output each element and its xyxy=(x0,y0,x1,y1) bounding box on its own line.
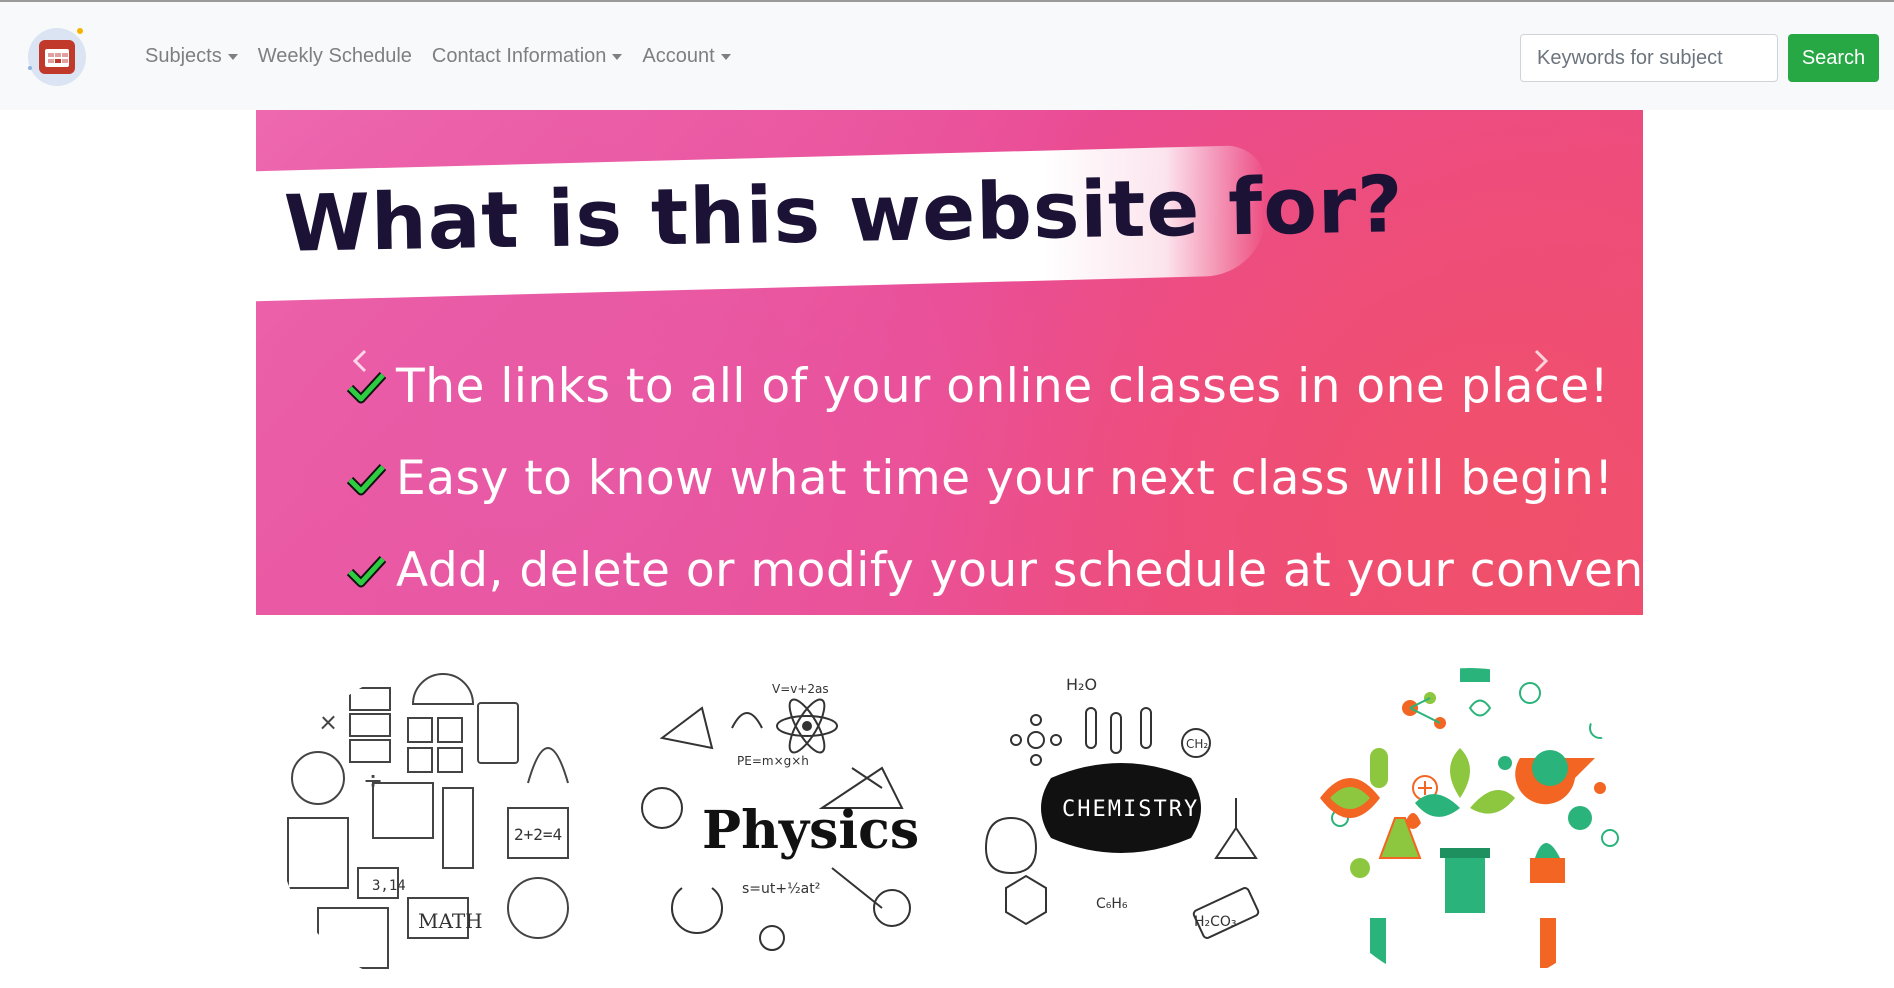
nav-weekly-schedule[interactable]: Weekly Schedule xyxy=(258,45,412,68)
caret-down-icon xyxy=(612,53,623,60)
biology-collage-icon xyxy=(1310,668,1630,988)
physics-label: Physics xyxy=(702,800,919,861)
nav-account-label: Account xyxy=(642,45,715,67)
nav-contact-information[interactable]: Contact Information xyxy=(432,45,623,68)
feature-item: The links to all of your online classes … xyxy=(346,340,1643,432)
caret-down-icon xyxy=(720,53,731,60)
nav-weekly-schedule-label: Weekly Schedule xyxy=(257,45,412,67)
subject-card-math[interactable]: 3,14 2+2=4 MATH × ÷ xyxy=(278,668,598,988)
checkmark-icon xyxy=(346,458,387,498)
chemistry-label: CHEMISTRY xyxy=(1062,797,1199,822)
svg-text:V=v+2as: V=v+2as xyxy=(772,682,829,696)
feature-item: Add, delete or modify your schedule at y… xyxy=(346,524,1643,615)
subject-card-chemistry[interactable]: CHEMISTRY H₂O CH₂ C₆H₆ H₂CO₃ xyxy=(966,668,1286,988)
math-label: MATH xyxy=(418,909,483,933)
svg-text:CH₂: CH₂ xyxy=(1186,737,1208,751)
feature-text: Add, delete or modify your schedule at y… xyxy=(396,542,1643,598)
physics-collage-icon: PE=m×g×h Physics s=ut+½at² V=v+2as xyxy=(641,682,919,951)
math-collage-icon: 3,14 2+2=4 MATH × ÷ xyxy=(287,673,569,969)
svg-text:×: × xyxy=(318,708,338,736)
svg-text:H₂CO₃: H₂CO₃ xyxy=(1194,914,1237,930)
nav-contact-information-label: Contact Information xyxy=(431,45,607,67)
nav-subjects[interactable]: Subjects xyxy=(145,45,238,68)
feature-text: The links to all of your online classes … xyxy=(396,358,1610,414)
subject-grid: 3,14 2+2=4 MATH × ÷ PE=m×g×h Physics s=u… xyxy=(256,668,1643,988)
navbar: Subjects Weekly Schedule Contact Informa… xyxy=(0,2,1894,110)
nav-account[interactable]: Account xyxy=(642,45,731,68)
nav-links: Subjects Weekly Schedule Contact Informa… xyxy=(145,45,731,68)
svg-text:PE=m×g×h: PE=m×g×h xyxy=(737,754,809,768)
nav-subjects-label: Subjects xyxy=(145,45,222,67)
svg-text:H₂O: H₂O xyxy=(1066,675,1097,694)
search-input[interactable] xyxy=(1520,34,1778,82)
feature-item: Easy to know what time your next class w… xyxy=(346,432,1643,524)
svg-text:s=ut+½at²: s=ut+½at² xyxy=(742,881,820,897)
logo-sparkle xyxy=(77,28,83,34)
svg-text:÷: ÷ xyxy=(363,766,383,794)
chemistry-collage-icon: CHEMISTRY H₂O CH₂ C₆H₆ H₂CO₃ xyxy=(984,675,1260,939)
feature-text: Easy to know what time your next class w… xyxy=(396,450,1614,506)
caret-down-icon xyxy=(227,53,238,60)
logo[interactable] xyxy=(28,28,86,86)
feature-checklist: The links to all of your online classes … xyxy=(346,340,1643,615)
carousel: What is this website for? The links to a… xyxy=(256,110,1643,615)
calendar-icon xyxy=(39,40,75,74)
svg-text:C₆H₆: C₆H₆ xyxy=(1096,896,1128,912)
logo-sparkle xyxy=(28,66,32,70)
checkmark-icon xyxy=(346,550,387,590)
subject-card-physics[interactable]: PE=m×g×h Physics s=ut+½at² V=v+2as xyxy=(622,668,942,988)
svg-text:3,14: 3,14 xyxy=(372,878,406,894)
svg-text:2+2=4: 2+2=4 xyxy=(514,825,562,844)
search-button[interactable]: Search xyxy=(1788,34,1879,82)
checkmark-icon xyxy=(346,366,387,406)
subject-card-biology[interactable] xyxy=(1310,668,1630,988)
